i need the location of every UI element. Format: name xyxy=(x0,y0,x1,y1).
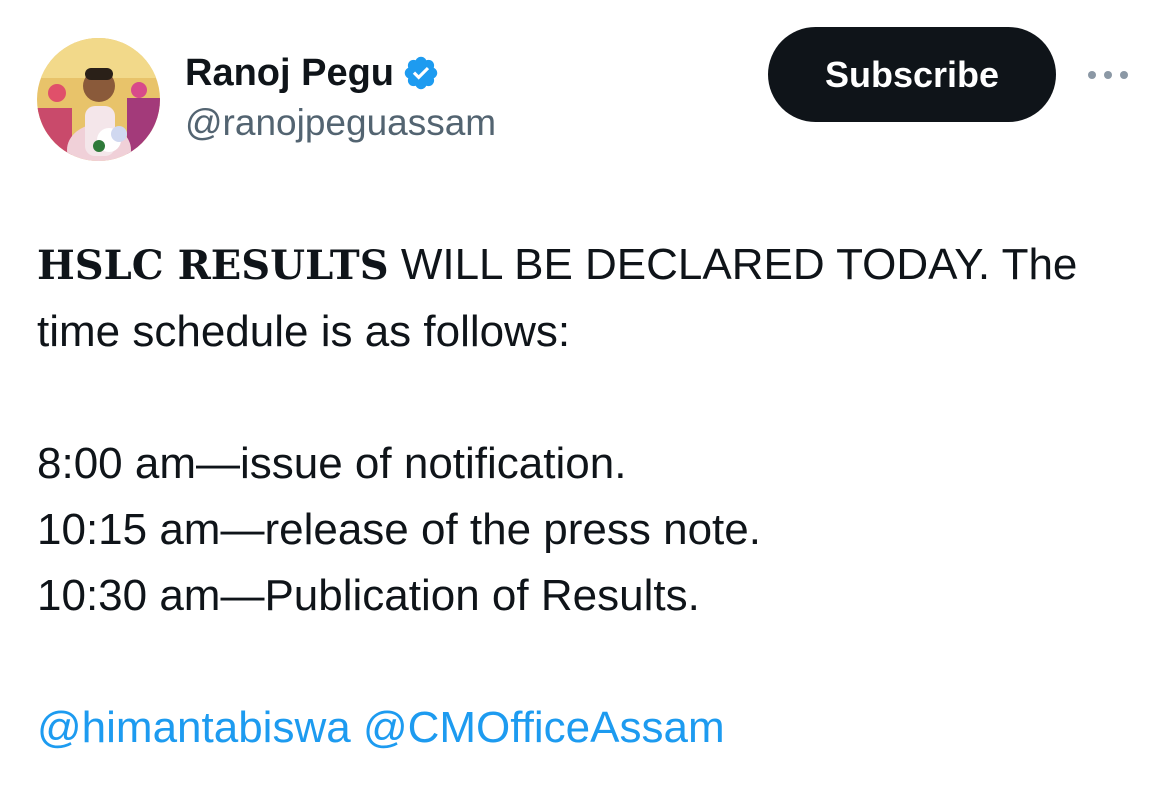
mention-link[interactable]: @CMOfficeAssam xyxy=(363,703,725,752)
author-handle[interactable]: @ranojpeguassam xyxy=(185,100,496,146)
more-options-icon[interactable] xyxy=(1083,60,1133,90)
author-display-name[interactable]: Ranoj Pegu xyxy=(185,50,394,96)
tweet-line-1: HSLC RESULTS WILL BE DECLARED TODAY. The xyxy=(37,232,1137,299)
verified-badge-icon[interactable] xyxy=(402,54,440,92)
avatar[interactable] xyxy=(37,38,160,161)
avatar-photo xyxy=(37,38,160,161)
author-name[interactable]: Ranoj Pegu xyxy=(185,50,440,96)
schedule-item: 8:00 am—issue of notification. xyxy=(37,439,627,488)
mention-link[interactable]: @himantabiswa xyxy=(37,703,351,752)
mentions-line: @himantabiswa @CMOfficeAssam xyxy=(37,695,1137,761)
schedule-item: 10:30 am—Publication of Results. xyxy=(37,571,700,620)
schedule-item: 10:15 am—release of the press note. xyxy=(37,505,761,554)
tweet-line-2: time schedule is as follows: xyxy=(37,307,571,356)
tweet-headline: HSLC RESULTS xyxy=(37,242,389,289)
subscribe-button[interactable]: Subscribe xyxy=(768,27,1056,122)
tweet-line-1-text: WILL BE DECLARED TODAY. The xyxy=(388,240,1078,289)
tweet-text: HSLC RESULTS WILL BE DECLARED TODAY. The… xyxy=(37,232,1137,761)
